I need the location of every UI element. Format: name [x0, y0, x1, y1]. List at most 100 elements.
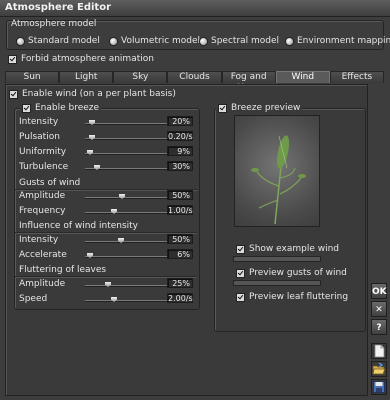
slider-thumb[interactable]	[94, 165, 100, 170]
tab-clouds[interactable]: Clouds	[167, 71, 222, 83]
checkbox-label: Show example wind	[249, 244, 340, 254]
slider-thumb[interactable]	[111, 209, 117, 214]
checkbox-label: Preview gusts of wind	[249, 268, 347, 278]
radio-label: Volumetric model	[121, 36, 201, 46]
checkbox-box	[236, 292, 245, 302]
open-preset-button[interactable]	[371, 361, 387, 377]
gusts-section-title: Gusts of wind	[19, 178, 81, 188]
checkbox-box	[8, 54, 17, 64]
plant-icon	[251, 135, 306, 225]
radio-label: Spectral model	[211, 36, 280, 46]
new-preset-button[interactable]	[371, 343, 387, 359]
slider-thumb[interactable]	[118, 238, 124, 243]
tab-sky[interactable]: Sky	[113, 71, 168, 83]
fluttering-section-title: Fluttering of leaves	[19, 265, 107, 275]
slider-label: Turbulence	[19, 162, 69, 172]
radio-dot	[110, 37, 117, 45]
value-field[interactable]: 9%	[167, 146, 193, 156]
slider-thumb[interactable]	[87, 150, 93, 155]
enable-wind-checkbox[interactable]: Enable wind (on a per plant basis)	[9, 89, 176, 99]
tab-effects[interactable]: Effects	[329, 71, 384, 83]
slider-thumb[interactable]	[87, 253, 93, 258]
atmosphere-model-group: Atmosphere model Standard model Volumetr…	[6, 19, 390, 50]
slider-track[interactable]	[85, 297, 173, 302]
tab-wind[interactable]: Wind	[275, 71, 330, 83]
radio-spectral-model[interactable]: Spectral model	[200, 36, 279, 46]
show-example-wind-checkbox[interactable]: Show example wind	[236, 244, 339, 254]
enable-breeze-checkbox[interactable]: Enable breeze	[20, 103, 102, 113]
section-divider	[15, 276, 197, 277]
value-field[interactable]: 2.00/s	[167, 293, 193, 303]
value-field[interactable]: 50%	[167, 234, 193, 244]
radio-standard-model[interactable]: Standard model	[17, 36, 100, 46]
slider-thumb[interactable]	[105, 282, 111, 287]
fluttering-amplitude-slider-row: Amplitude 25%	[17, 278, 195, 290]
preview-gusts-checkbox[interactable]: Preview gusts of wind	[236, 268, 347, 278]
cancel-button[interactable]: ✕	[371, 301, 387, 317]
slider-track[interactable]	[85, 282, 173, 287]
checkbox-box	[9, 89, 18, 99]
slider-label: Amplitude	[19, 279, 66, 289]
slider-thumb[interactable]	[89, 135, 95, 140]
tab-light[interactable]: Light	[59, 71, 114, 83]
value-field[interactable]: 25%	[167, 278, 193, 288]
value-field[interactable]: 6%	[167, 249, 193, 259]
checkbox-label: Enable wind (on a per plant basis)	[22, 89, 176, 99]
radio-dot	[286, 37, 293, 45]
influence-section-title: Influence of wind intensity	[19, 221, 139, 231]
slider-track[interactable]	[85, 194, 173, 199]
radio-label: Standard model	[28, 36, 100, 46]
value-field[interactable]: 20%	[167, 116, 193, 126]
section-divider	[15, 232, 197, 233]
slider-track[interactable]	[85, 165, 173, 170]
checkbox-label: Preview leaf fluttering	[249, 292, 349, 302]
slider-label: Speed	[19, 294, 48, 304]
tab-fog-and-haze[interactable]: Fog and Haze	[221, 71, 276, 93]
breeze-preview-checkbox[interactable]: Breeze preview	[216, 103, 303, 113]
slider-track[interactable]	[85, 135, 173, 140]
gusts-amplitude-slider-row: Amplitude 50%	[17, 190, 195, 202]
value-field[interactable]: 0.20/s	[167, 131, 193, 141]
preview-leaf-fluttering-checkbox[interactable]: Preview leaf fluttering	[236, 292, 348, 302]
slider-track[interactable]	[85, 150, 173, 155]
radio-volumetric-model[interactable]: Volumetric model	[110, 36, 200, 46]
value-field[interactable]: 30%	[167, 161, 193, 171]
value-field[interactable]: 50%	[167, 190, 193, 200]
save-disk-icon	[373, 381, 385, 393]
slider-label: Frequency	[19, 206, 66, 216]
slider-track[interactable]	[85, 253, 173, 258]
radio-label: Environment mapping	[297, 36, 390, 46]
help-button[interactable]: ?	[371, 319, 387, 335]
open-folder-icon	[372, 362, 386, 375]
atmosphere-model-title: Atmosphere model	[11, 19, 97, 29]
tab-sun[interactable]: Sun	[5, 71, 60, 83]
influence-intensity-slider-row: Intensity 50%	[17, 234, 195, 246]
breeze-pulsation-slider-row: Pulsation 0.20/s	[17, 131, 195, 143]
fluttering-speed-slider-row: Speed 2.00/s	[17, 293, 195, 305]
checkbox-box	[236, 268, 245, 278]
example-wind-bar	[233, 256, 321, 262]
ok-button[interactable]: OK	[371, 283, 387, 299]
title-bar: Atmosphere Editor	[0, 0, 390, 17]
checkbox-box	[236, 244, 245, 254]
forbid-animation-checkbox[interactable]: Forbid atmosphere animation	[8, 54, 154, 64]
slider-track[interactable]	[85, 120, 173, 125]
checkbox-box	[218, 103, 227, 113]
radio-dot	[200, 37, 207, 45]
slider-track[interactable]	[85, 209, 173, 214]
value-field[interactable]: 1.00/s	[167, 205, 193, 215]
slider-track[interactable]	[85, 238, 173, 243]
checkbox-label: Forbid atmosphere animation	[21, 54, 154, 64]
slider-thumb[interactable]	[89, 120, 95, 125]
radio-environment-mapping[interactable]: Environment mapping	[286, 36, 390, 46]
slider-thumb[interactable]	[119, 194, 125, 199]
breeze-uniformity-slider-row: Uniformity 9%	[17, 146, 195, 158]
slider-label: Amplitude	[19, 191, 66, 201]
radio-dot	[17, 37, 24, 45]
breeze-intensity-slider-row: Intensity 20%	[17, 116, 195, 128]
tab-bar: Sun Light Sky Clouds Fog and Haze Wind E…	[5, 71, 384, 93]
gusts-wind-bar	[233, 280, 321, 286]
slider-thumb[interactable]	[111, 297, 117, 302]
checkbox-label: Enable breeze	[35, 103, 100, 113]
save-preset-button[interactable]	[371, 379, 387, 395]
